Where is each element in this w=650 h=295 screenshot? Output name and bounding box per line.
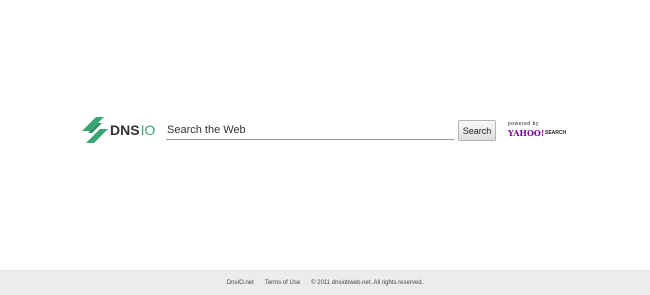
footer-link-terms[interactable]: Terms of Use [265,280,300,286]
logo-text-main: DNS [110,122,140,138]
footer-link-dnsio[interactable]: DnsIO.net [227,280,254,286]
logo-text-accent: IO [140,122,156,138]
search-input[interactable] [166,120,454,140]
footer-copyright: © 2011 dnsiobweb.net. All rights reserve… [311,280,424,286]
powered-by-label: powered by [508,121,539,127]
dnsio-logo-mark-icon [82,117,108,143]
dnsio-logo[interactable]: DNSIO [82,117,155,143]
yahoo-search-label: SEARCH [545,130,567,136]
footer: DnsIO.net Terms of Use © 2011 dnsiobweb.ne… [0,270,650,295]
page: DNSIO Search powered by YAHOO! SEARCH Dn… [0,0,650,295]
yahoo-logo: YAHOO! [508,128,545,138]
footer-links: DnsIO.net Terms of Use © 2011 dnsiobweb.ne… [0,280,650,286]
search-button[interactable]: Search [458,120,496,141]
search-bar: DNSIO Search powered by YAHOO! SEARCH [80,116,580,146]
powered-by-yahoo[interactable]: powered by YAHOO! SEARCH [505,121,577,143]
logo-text: DNSIO [110,122,155,138]
